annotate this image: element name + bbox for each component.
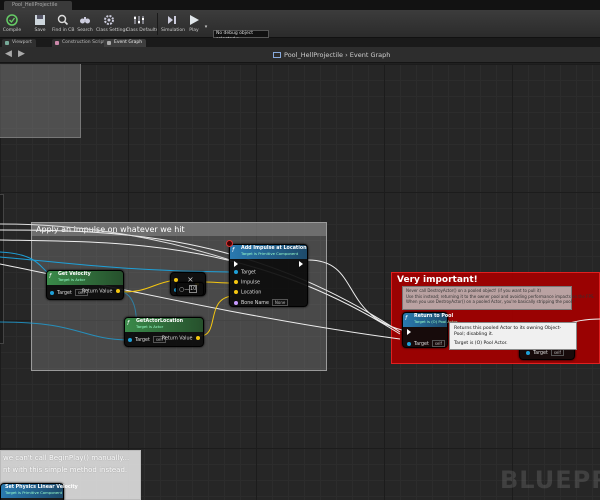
compile-icon <box>6 14 18 26</box>
tab-event-graph[interactable]: Event Graph <box>104 39 147 47</box>
play-icon <box>190 15 199 25</box>
graph-icon <box>107 41 111 45</box>
gear-icon <box>104 15 114 25</box>
node-header: f GetActorLocation Target is Actor <box>125 318 203 332</box>
function-icon <box>55 41 59 45</box>
pin-impulse[interactable]: Impulse <box>234 280 260 287</box>
tab-construction-script[interactable]: Construction Script <box>52 39 110 47</box>
class-defaults-button[interactable]: Class Defaults <box>126 13 158 37</box>
forward-arrow-icon[interactable]: ▶ <box>18 49 25 59</box>
toolbar-separator <box>157 13 158 35</box>
find-in-cb-button[interactable]: Find in CB <box>52 13 74 37</box>
graph-header: ◀ ▶ Pool_HellProjectile › Event Graph <box>0 47 600 63</box>
simulation-button[interactable]: Simulation <box>161 13 185 37</box>
node-header: f Return to Pool Target is (O) Pool Acto… <box>403 313 457 327</box>
search-button[interactable]: Search <box>77 13 93 37</box>
node-vector-math[interactable]: ○— 10 <box>176 282 204 296</box>
back-arrow-icon[interactable]: ◀ <box>5 49 12 59</box>
tab-viewport[interactable]: Viewport <box>2 39 36 47</box>
magnifier-icon <box>57 14 69 26</box>
editor-tab-row: Viewport Construction Script Event Graph <box>0 38 600 47</box>
step-icon <box>168 16 176 24</box>
breakpoint-icon[interactable] <box>226 240 233 247</box>
pin-bone-name[interactable]: Bone Name None <box>234 299 289 307</box>
pin-exec-in[interactable] <box>234 261 238 269</box>
pin-target[interactable]: Target self <box>128 336 166 344</box>
window-tab[interactable]: Pool_HellProjectile <box>4 1 72 10</box>
breadcrumb: Pool_HellProjectile › Event Graph <box>273 51 390 59</box>
graph-icon <box>273 52 281 58</box>
function-icon: f <box>405 315 408 322</box>
title-bar: Pool_HellProjectile <box>0 0 600 10</box>
toolbar: Compile Save Find in CB Search Class Set… <box>0 10 600 44</box>
pin-target[interactable]: Target self <box>407 340 445 348</box>
node-set-physics-linear-velocity[interactable]: Set Physics Linear Velocity Target is Pr… <box>0 483 78 500</box>
save-icon <box>35 15 45 25</box>
function-icon: f <box>49 273 52 280</box>
graph-canvas[interactable]: Apply an impulse on whatever we hit Very… <box>0 64 600 500</box>
pin-location[interactable]: Location <box>234 290 261 297</box>
pin-exec-out[interactable] <box>299 261 303 269</box>
node-get-velocity[interactable]: f Get Velocity Target is Actor Target sel… <box>46 270 124 300</box>
node-add-impulse-at-location[interactable]: f Add Impulse at Location Target is Prim… <box>229 244 308 307</box>
pin-exec-in[interactable] <box>407 329 411 337</box>
node-return-to-pool[interactable]: f Return to Pool Target is (O) Pool Acto… <box>402 312 457 348</box>
node-get-actor-location[interactable]: f GetActorLocation Target is Actor Targe… <box>124 317 204 347</box>
save-button[interactable]: Save <box>32 13 48 37</box>
function-icon: f <box>127 320 130 327</box>
blueprint-watermark: BLUEPR <box>500 466 600 494</box>
node-header: Set Physics Linear Velocity Target is Pr… <box>1 484 78 498</box>
node-header: f Get Velocity Target is Actor <box>47 271 123 285</box>
function-icon: f <box>232 247 235 254</box>
pin-target[interactable]: Target <box>234 270 256 277</box>
pin-return-value[interactable]: Return Value <box>162 336 200 343</box>
tooltip: Returns this pooled Actor to its owning … <box>449 322 577 350</box>
float-input-box[interactable]: 10 <box>189 285 197 293</box>
pin-target[interactable]: Target self <box>526 349 564 357</box>
viewport-icon <box>5 41 9 45</box>
sliders-icon <box>134 16 144 24</box>
debug-object-select[interactable]: No debug object selected ▾ <box>213 30 269 42</box>
pin-return-value[interactable]: Return Value <box>82 289 120 296</box>
play-button[interactable]: Play <box>186 13 202 37</box>
node-header: f Add Impulse at Location Target is Prim… <box>230 245 307 259</box>
binoculars-icon <box>80 17 90 24</box>
class-settings-button[interactable]: Class Settings <box>96 13 128 37</box>
compile-button[interactable]: Compile <box>2 13 22 37</box>
